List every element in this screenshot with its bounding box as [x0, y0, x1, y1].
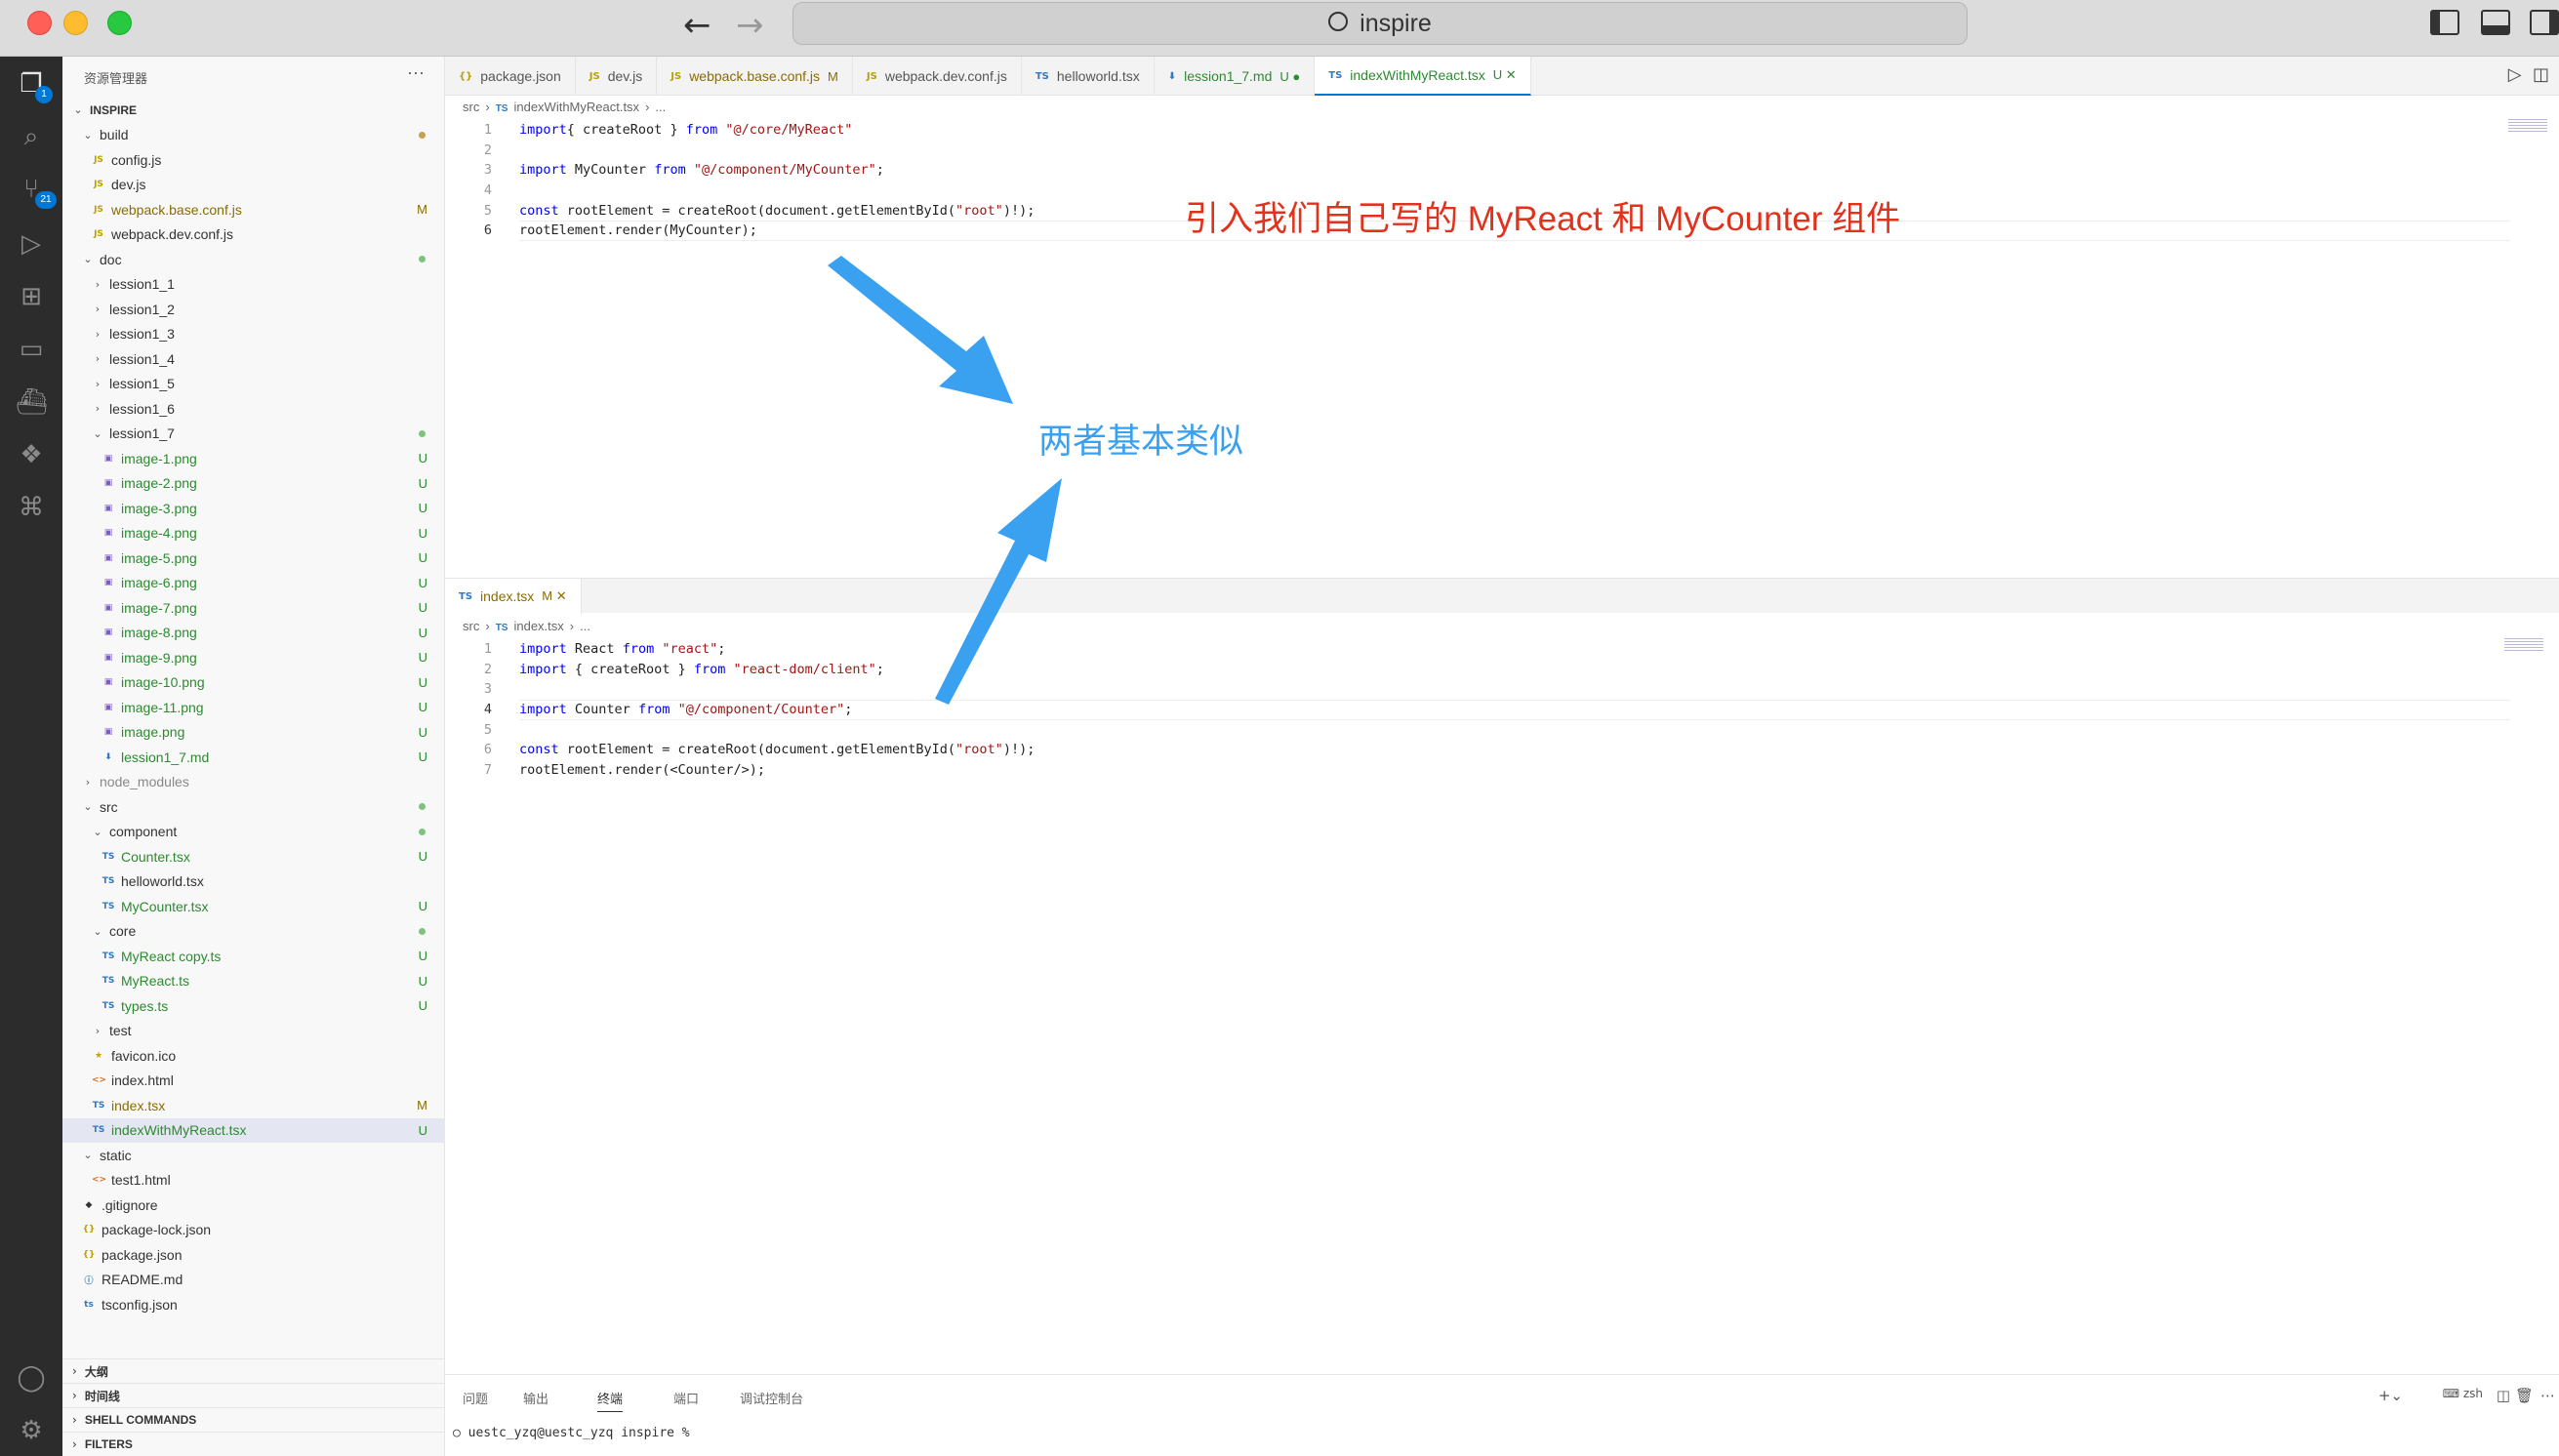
terminal-shell-label[interactable]: ⌨ zsh [2443, 1387, 2483, 1400]
panel-tab-1[interactable]: 输出 [523, 1389, 548, 1407]
panel-tab-3[interactable]: 端口 [673, 1389, 699, 1407]
kill-terminal-icon[interactable]: 🗑 [2515, 1387, 2534, 1404]
panel-tab-0[interactable]: 问题 [463, 1389, 488, 1407]
split-terminal-icon[interactable]: ◫ [2497, 1387, 2510, 1404]
shell-name: zsh [2462, 1387, 2483, 1400]
arrow-down-right [828, 256, 1013, 404]
new-terminal-icon[interactable]: +⌄ [2378, 1387, 2403, 1404]
panel-tab-4[interactable]: 调试控制台 [740, 1389, 803, 1407]
panel-tab-2[interactable]: 终端 [597, 1389, 624, 1412]
bottom-panel: 问题 输出 终端 端口 调试控制台 +⌄ ⌨ zsh ◫ 🗑 ⋯ ○ uestc_yzq… [445, 1374, 2559, 1456]
terminal-output[interactable]: ○ uestc_yzq@uestc_yzq inspire % [453, 1426, 690, 1440]
annotation-arrows [828, 256, 1062, 705]
arrow-up-right [935, 478, 1062, 705]
terminal-prompt: uestc_yzq@uestc_yzq inspire % [467, 1426, 690, 1440]
panel-more-icon[interactable]: ⋯ [2540, 1387, 2555, 1404]
